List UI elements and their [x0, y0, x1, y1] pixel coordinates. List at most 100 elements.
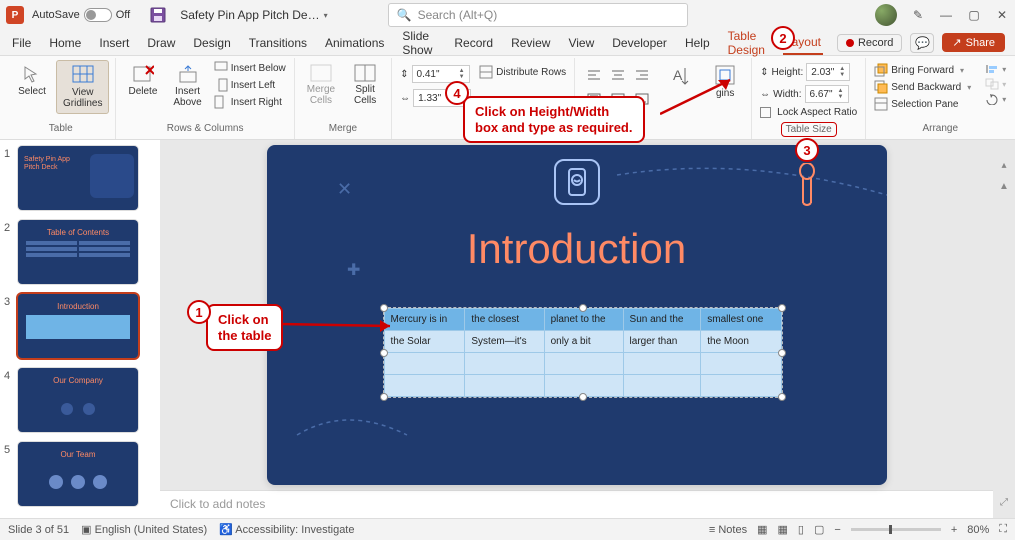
distribute-rows-button[interactable]: Distribute Rows [477, 64, 568, 80]
tab-slideshow[interactable]: Slide Show [400, 25, 438, 61]
table-cell[interactable] [384, 353, 465, 375]
callout-marker-1: 1 [187, 300, 211, 324]
maximize-icon[interactable]: ▢ [967, 8, 981, 22]
language-status[interactable]: ▣ English (United States) [81, 523, 207, 536]
scroll-up-icon[interactable]: ▲ [999, 181, 1009, 192]
table-cell[interactable]: the closest [465, 309, 544, 331]
select-button[interactable]: Select [12, 60, 52, 101]
avatar[interactable] [875, 4, 897, 26]
selection-pane-button[interactable]: Selection Pane [872, 96, 973, 112]
ribbon-display-icon[interactable]: ✎ [911, 8, 925, 22]
table-cell[interactable] [465, 353, 544, 375]
table-cell[interactable] [544, 353, 623, 375]
tab-home[interactable]: Home [47, 32, 83, 54]
record-button[interactable]: Record [837, 34, 902, 52]
reading-view-icon[interactable]: ▯ [798, 523, 804, 536]
table-cell[interactable]: Sun and the [623, 309, 701, 331]
minimize-icon[interactable]: — [939, 8, 953, 22]
slideshow-view-icon[interactable]: ▢ [814, 523, 824, 536]
align-right-icon[interactable] [631, 64, 653, 86]
table-width-input[interactable]: 6.67"▲▼ [805, 85, 849, 103]
rotate-menu[interactable]: ▾ [983, 92, 1008, 106]
cell-height-input[interactable]: 0.41"▲▼ [412, 65, 470, 83]
zoom-in-icon[interactable]: + [951, 524, 957, 536]
close-icon[interactable]: ✕ [995, 8, 1009, 22]
tab-review[interactable]: Review [509, 32, 552, 54]
slide-thumbnails[interactable]: 1Safety Pin AppPitch Deck 2Table of Cont… [0, 140, 160, 518]
table-cell[interactable] [465, 375, 544, 397]
fit-to-window-icon[interactable]: ⛶ [999, 523, 1007, 536]
table-cell[interactable] [623, 375, 701, 397]
normal-view-icon[interactable]: ▦ [757, 523, 767, 536]
cell-margins-button[interactable]: gins [705, 60, 745, 103]
table-cell[interactable]: smallest one [701, 309, 781, 331]
table-cell[interactable] [701, 353, 781, 375]
insert-right-button[interactable]: Insert Right [212, 94, 288, 110]
table-cell[interactable]: System—it's [465, 331, 544, 353]
send-backward-button[interactable]: Send Backward▾ [872, 79, 973, 95]
search-input[interactable]: 🔍 Search (Alt+Q) [388, 3, 688, 27]
toggle-switch[interactable] [84, 8, 112, 22]
chevron-down-icon[interactable]: ▾ [324, 11, 328, 20]
zoom-out-icon[interactable]: − [834, 524, 840, 536]
slide-canvas[interactable]: ✕ ✚ Introduction Mercury is inthe closes… [267, 145, 887, 485]
delete-button[interactable]: Delete [122, 60, 163, 101]
autosave-toggle[interactable]: AutoSave Off [32, 8, 130, 22]
notes-pane[interactable]: Click to add notes [160, 490, 993, 518]
table-height-row: ⇕Height:2.03"▲▼ [758, 62, 859, 82]
accessibility-status[interactable]: ♿ Accessibility: Investigate [219, 523, 354, 536]
notes-toggle[interactable]: ≡ Notes [709, 524, 747, 536]
lock-aspect-checkbox[interactable]: Lock Aspect Ratio [758, 106, 859, 119]
tab-view[interactable]: View [566, 32, 596, 54]
tab-design[interactable]: Design [191, 32, 232, 54]
share-button[interactable]: ↗Share [942, 33, 1005, 52]
tab-draw[interactable]: Draw [145, 32, 177, 54]
tab-developer[interactable]: Developer [610, 32, 669, 54]
tab-file[interactable]: File [10, 32, 33, 54]
tab-record[interactable]: Record [452, 32, 495, 54]
table-cell[interactable]: only a bit [544, 331, 623, 353]
thumb-2[interactable]: Table of Contents [18, 220, 138, 284]
save-icon[interactable] [150, 7, 166, 23]
split-cells-button[interactable]: Split Cells [345, 60, 385, 110]
scroll-down-icon[interactable]: ⤢ [1000, 497, 1008, 508]
bring-forward-button[interactable]: Bring Forward▾ [872, 62, 973, 78]
group-menu[interactable]: ▾ [983, 77, 1008, 91]
comments-button[interactable]: 💬 [910, 33, 934, 53]
tab-table-design[interactable]: Table Design [726, 25, 769, 61]
thumb-1[interactable]: Safety Pin AppPitch Deck [18, 146, 138, 210]
slide-table[interactable]: Mercury is inthe closestplanet to theSun… [383, 307, 783, 398]
merge-cells-button[interactable]: Merge Cells [301, 60, 341, 110]
group-rows-columns: Delete Insert Above Insert Below Insert … [116, 58, 294, 139]
table-cell[interactable]: larger than [623, 331, 701, 353]
tab-animations[interactable]: Animations [323, 32, 386, 54]
align-menu[interactable]: ▾ [983, 62, 1008, 76]
table-cell[interactable] [701, 375, 781, 397]
thumb-5[interactable]: Our Team [18, 442, 138, 506]
text-direction-button[interactable]: A [661, 60, 701, 92]
table-cell[interactable]: Mercury is in [384, 309, 465, 331]
table-height-input[interactable]: 2.03"▲▼ [806, 63, 850, 81]
slide-count[interactable]: Slide 3 of 51 [8, 524, 69, 536]
view-gridlines-button[interactable]: View Gridlines [56, 60, 109, 114]
sorter-view-icon[interactable]: ▦ [778, 523, 788, 536]
tab-help[interactable]: Help [683, 32, 712, 54]
collapse-icon[interactable]: ▴ [1001, 160, 1006, 171]
thumb-4[interactable]: Our Company [18, 368, 138, 432]
tab-transitions[interactable]: Transitions [247, 32, 309, 54]
file-name[interactable]: Safety Pin App Pitch De… [180, 8, 319, 22]
insert-below-button[interactable]: Insert Below [212, 60, 288, 76]
zoom-level[interactable]: 80% [967, 524, 989, 536]
table-cell[interactable]: the Moon [701, 331, 781, 353]
thumb-3[interactable]: Introduction [18, 294, 138, 358]
table-cell[interactable] [623, 353, 701, 375]
tab-insert[interactable]: Insert [97, 32, 131, 54]
align-center-icon[interactable] [607, 64, 629, 86]
table-cell[interactable]: the Solar [384, 331, 465, 353]
slide-title[interactable]: Introduction [267, 225, 887, 273]
table-cell[interactable] [384, 375, 465, 397]
insert-left-button[interactable]: Insert Left [212, 77, 288, 93]
insert-above-button[interactable]: Insert Above [167, 60, 207, 112]
align-left-icon[interactable] [583, 64, 605, 86]
zoom-slider[interactable] [851, 528, 941, 531]
